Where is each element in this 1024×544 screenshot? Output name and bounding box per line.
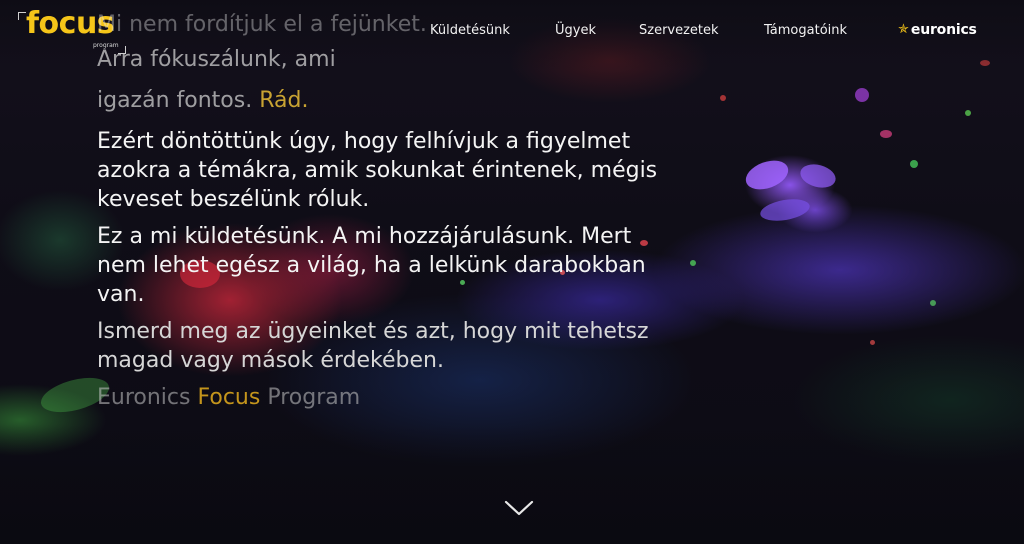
hero-paragraph-1: Ezért döntöttünk úgy, hogy felhívjuk a f… <box>97 129 658 212</box>
hero-signature: Euronics Focus Program <box>97 383 717 412</box>
euronics-logo-link[interactable]: ✯ euronics <box>898 21 977 39</box>
logo-bracket-top-left <box>18 12 26 20</box>
signature-suffix: Program <box>260 385 361 410</box>
hero-line-3: igazán fontos. Rád. <box>97 86 717 115</box>
hero-paragraph-3: Ismerd meg az ügyeinket és azt, hogy mit… <box>97 319 649 373</box>
hero-line-faded: Mi nem fordítjuk el a fejünket. <box>97 12 427 37</box>
hero-line-3-accent: Rád. <box>259 88 309 113</box>
euronics-wordmark: euronics <box>910 22 977 38</box>
signature-prefix: Euronics <box>97 385 198 410</box>
hero-line-3-text: igazán fontos. <box>97 88 260 113</box>
hero-paragraph-2: Ez a mi küldetésünk. A mi hozzájárulásun… <box>97 224 646 307</box>
nav-item-tamogatoink[interactable]: Támogatóink <box>764 22 847 40</box>
euronics-star-icon: ✯ <box>898 22 909 37</box>
hero-line-2: Arra fókuszálunk, ami <box>97 47 336 72</box>
signature-accent: Focus <box>197 385 261 410</box>
hero-copy: Mi nem fordítjuk el a fejünket. Arra fók… <box>97 10 717 412</box>
chevron-down-icon[interactable] <box>503 497 535 519</box>
